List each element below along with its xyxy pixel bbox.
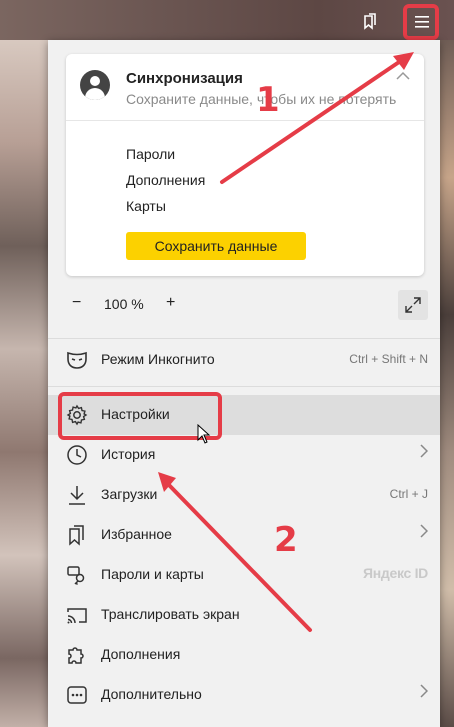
- fullscreen-button[interactable]: [398, 290, 428, 320]
- clock-icon: [66, 444, 88, 466]
- annotation-box-menu: [403, 4, 439, 40]
- sync-title: Синхронизация: [126, 70, 243, 87]
- menu-item-cast[interactable]: Транслировать экран: [48, 595, 440, 635]
- sync-divider: [66, 120, 424, 121]
- zoom-row: − 100 % +: [48, 284, 440, 334]
- menu-item-favorites[interactable]: Избранное: [48, 515, 440, 555]
- chevron-right-icon: [420, 524, 429, 543]
- collapse-chevron-icon[interactable]: [396, 68, 410, 84]
- menu-item-label: Режим Инкогнито: [101, 351, 215, 367]
- chevron-right-icon: [420, 444, 429, 463]
- menu-item-label: История: [101, 446, 156, 462]
- shortcut-label: Ctrl + Shift + N: [349, 352, 428, 366]
- bookmarks-icon: [364, 13, 376, 30]
- sync-card: Синхронизация Сохраните данные, чтобы их…: [66, 54, 424, 276]
- menu-item-label: Пароли и карты: [101, 566, 204, 582]
- menu-item-label: Избранное: [101, 526, 172, 542]
- menu-item-label: Дополнительно: [101, 686, 202, 702]
- bookmarks-button[interactable]: [354, 6, 386, 38]
- menu-item-label: Загрузки: [101, 486, 158, 502]
- avatar[interactable]: [80, 70, 110, 100]
- divider: [48, 386, 440, 387]
- incognito-mask-icon: [66, 349, 88, 371]
- annotation-number-1: 1: [256, 80, 280, 120]
- menu-item-extensions[interactable]: Дополнения: [48, 635, 440, 675]
- shortcut-label: Ctrl + J: [389, 487, 428, 501]
- sync-item-passwords: Пароли: [126, 146, 176, 162]
- sync-item-cards: Карты: [126, 198, 166, 214]
- more-dots-icon: [66, 684, 88, 706]
- fullscreen-icon: [405, 297, 421, 313]
- zoom-level: 100 %: [104, 296, 144, 312]
- download-icon: [66, 484, 88, 506]
- bookmarks-icon: [66, 524, 88, 546]
- zoom-in-button[interactable]: +: [166, 294, 175, 312]
- main-menu-panel: Синхронизация Сохраните данные, чтобы их…: [48, 40, 440, 727]
- mouse-cursor-icon: [197, 424, 211, 444]
- menu-item-downloads[interactable]: Загрузки Ctrl + J: [48, 475, 440, 515]
- annotation-number-2: 2: [274, 520, 298, 560]
- chevron-right-icon: [420, 684, 429, 703]
- zoom-out-button[interactable]: −: [72, 294, 81, 312]
- menu-item-label: Дополнения: [101, 646, 181, 662]
- menu-item-label: Транслировать экран: [101, 606, 240, 622]
- menu-item-history[interactable]: История: [48, 435, 440, 475]
- save-data-button[interactable]: Сохранить данные: [126, 232, 306, 260]
- menu-item-passwords[interactable]: Пароли и карты Яндекс ID: [48, 555, 440, 595]
- yandex-id-badge: Яндекс ID: [363, 565, 428, 581]
- cast-icon: [66, 604, 88, 626]
- menu-item-more[interactable]: Дополнительно: [48, 675, 440, 715]
- puzzle-icon: [66, 644, 88, 666]
- menu-item-incognito[interactable]: Режим Инкогнито Ctrl + Shift + N: [48, 340, 440, 380]
- key-card-icon: [66, 564, 88, 586]
- divider: [48, 338, 440, 339]
- sync-item-extensions: Дополнения: [126, 172, 206, 188]
